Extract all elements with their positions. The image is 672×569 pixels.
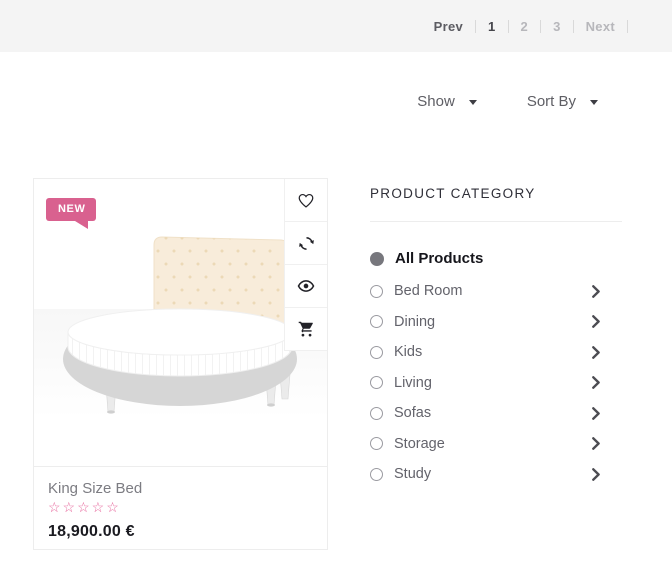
new-badge: NEW	[46, 198, 96, 221]
chevron-right-icon[interactable]	[592, 346, 600, 359]
sidebar-heading: PRODUCT CATEGORY	[370, 186, 622, 201]
radio-icon[interactable]	[370, 376, 383, 389]
listing-toolbar: Show Sort By	[417, 93, 598, 110]
sort-by-dropdown[interactable]: Sort By	[527, 93, 598, 110]
pagination-separator	[508, 20, 509, 33]
product-info: King Size Bed ☆☆☆☆☆ 18,900.00 €	[34, 467, 327, 541]
radio-icon[interactable]	[370, 468, 383, 481]
new-badge-tail	[75, 221, 88, 229]
star-rating[interactable]: ☆☆☆☆☆	[48, 499, 313, 515]
sidebar-divider	[370, 221, 622, 222]
add-to-cart-button[interactable]	[284, 308, 327, 351]
pagination-separator	[573, 20, 574, 33]
radio-selected-icon[interactable]	[370, 252, 384, 266]
category-item-all-products[interactable]: All Products	[370, 241, 622, 276]
chevron-down-icon	[469, 100, 477, 105]
sort-by-dropdown-label: Sort By	[527, 93, 576, 110]
category-label: Sofas	[394, 405, 592, 421]
pagination-page-1[interactable]: 1	[488, 19, 496, 34]
category-item-bed-room[interactable]: Bed Room	[370, 276, 622, 307]
pagination-next[interactable]: Next	[586, 19, 615, 34]
quick-view-button[interactable]	[284, 265, 327, 308]
pagination-separator	[627, 20, 628, 33]
product-title[interactable]: King Size Bed	[48, 480, 313, 497]
pagination-page-3[interactable]: 3	[553, 19, 561, 34]
category-item-sofas[interactable]: Sofas	[370, 398, 622, 429]
product-price: 18,900.00 €	[48, 523, 313, 541]
heart-icon	[297, 192, 315, 209]
category-label: Kids	[394, 344, 592, 360]
radio-icon[interactable]	[370, 437, 383, 450]
product-listing-page: Prev 1 2 3 Next Show Sort By	[0, 0, 672, 569]
category-label: All Products	[395, 250, 600, 267]
chevron-down-icon	[590, 100, 598, 105]
product-image[interactable]: NEW	[34, 179, 327, 467]
category-label: Study	[394, 466, 592, 482]
category-label: Dining	[394, 314, 592, 330]
chevron-right-icon[interactable]	[592, 315, 600, 328]
pagination-prev[interactable]: Prev	[434, 19, 463, 34]
radio-icon[interactable]	[370, 346, 383, 359]
category-item-study[interactable]: Study	[370, 459, 622, 490]
pagination-separator	[540, 20, 541, 33]
wishlist-button[interactable]	[284, 179, 327, 222]
chevron-right-icon[interactable]	[592, 437, 600, 450]
chevron-right-icon[interactable]	[592, 468, 600, 481]
show-dropdown-label: Show	[417, 93, 455, 110]
radio-icon[interactable]	[370, 285, 383, 298]
category-label: Storage	[394, 436, 592, 452]
radio-icon[interactable]	[370, 407, 383, 420]
category-sidebar: PRODUCT CATEGORY All Products Bed Room D…	[370, 186, 622, 490]
pagination-bar: Prev 1 2 3 Next	[0, 0, 672, 52]
category-item-dining[interactable]: Dining	[370, 307, 622, 338]
pagination-page-2[interactable]: 2	[521, 19, 529, 34]
category-label: Living	[394, 375, 592, 391]
chevron-right-icon[interactable]	[592, 376, 600, 389]
chevron-right-icon[interactable]	[592, 407, 600, 420]
category-item-living[interactable]: Living	[370, 368, 622, 399]
refresh-icon	[298, 235, 315, 252]
category-item-kids[interactable]: Kids	[370, 337, 622, 368]
show-dropdown[interactable]: Show	[417, 93, 477, 110]
pagination-separator	[475, 20, 476, 33]
product-action-strip	[284, 179, 327, 351]
radio-icon[interactable]	[370, 315, 383, 328]
category-item-storage[interactable]: Storage	[370, 429, 622, 460]
category-label: Bed Room	[394, 283, 592, 299]
eye-icon	[297, 279, 315, 293]
cart-icon	[298, 321, 315, 338]
compare-button[interactable]	[284, 222, 327, 265]
chevron-right-icon[interactable]	[592, 285, 600, 298]
product-card: NEW	[33, 178, 328, 550]
category-list: All Products Bed Room Dining Kids	[370, 241, 622, 490]
